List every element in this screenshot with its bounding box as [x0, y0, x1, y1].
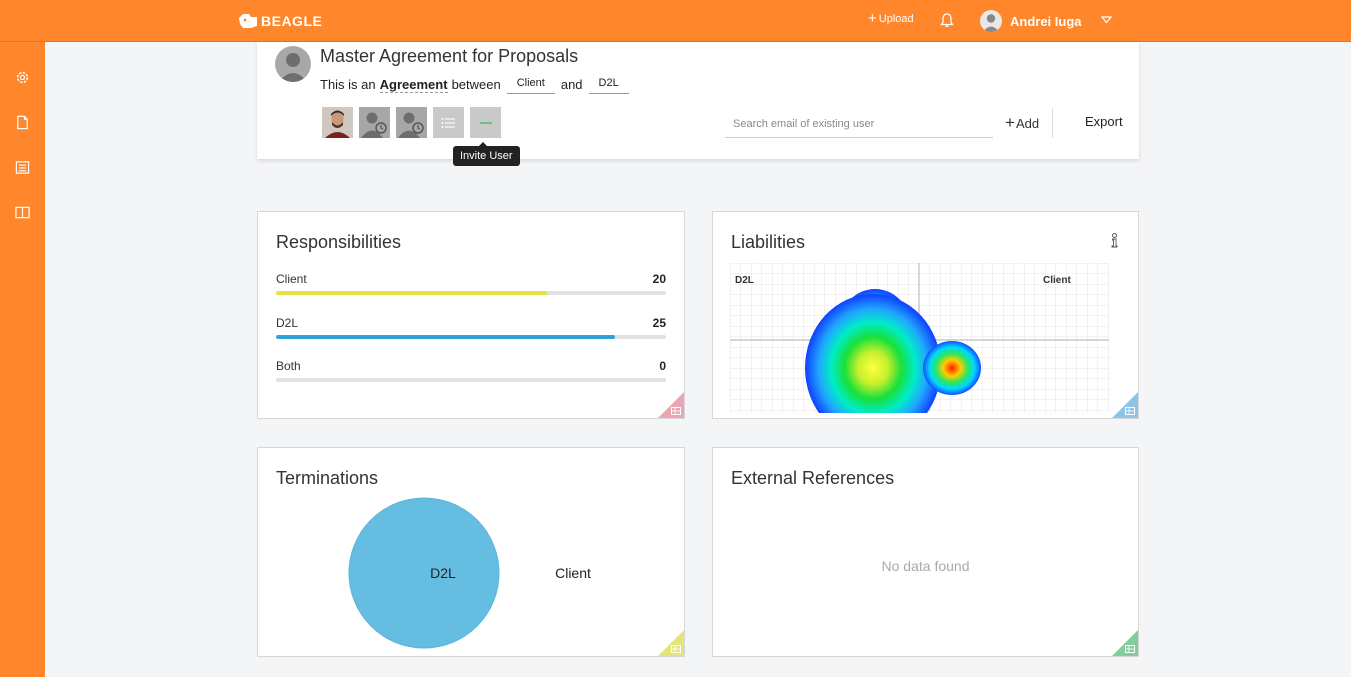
responsibility-bar — [276, 291, 666, 295]
view-list-button[interactable] — [433, 107, 464, 138]
responsibility-count: 0 — [659, 359, 666, 373]
responsibility-label: Both — [276, 359, 301, 373]
summary-and: and — [560, 77, 583, 92]
collaborator-avatar[interactable] — [322, 107, 353, 138]
document-header-card: Master Agreement for Proposals This is a… — [257, 42, 1139, 166]
responsibility-bar-fill — [276, 335, 616, 339]
upload-label: Upload — [878, 13, 914, 25]
responsibility-bar — [276, 335, 666, 339]
export-button[interactable]: Export — [1085, 114, 1123, 129]
terminations-title: Terminations — [276, 468, 379, 488]
upload-button[interactable]: + Upload — [868, 10, 914, 27]
summary-prefix: This is an — [320, 77, 376, 92]
table-icon — [671, 407, 681, 415]
responsibility-bar-fill — [276, 291, 548, 295]
table-icon — [671, 645, 681, 653]
empty-state-text: No data found — [881, 558, 970, 574]
responsibility-row[interactable]: D2L 25 — [276, 316, 666, 339]
pie-label-client: Client — [555, 565, 591, 581]
plus-icon: + — [1005, 113, 1015, 132]
table-icon — [1125, 407, 1135, 415]
bell-icon[interactable] — [940, 13, 954, 28]
owner-avatar — [275, 46, 311, 82]
responsibility-bar — [276, 378, 666, 382]
divider — [1052, 108, 1053, 138]
collaborator-avatar[interactable] — [359, 107, 390, 138]
list-icon — [441, 117, 455, 128]
beagle-logo-icon — [239, 14, 257, 28]
user-menu[interactable]: Andrei Iuga — [980, 10, 1082, 32]
invite-user-tooltip: Invite User — [453, 142, 520, 166]
external-references-panel: External References No data found — [712, 447, 1139, 657]
responsibility-row[interactable]: Both 0 — [276, 359, 666, 382]
responsibility-count: 20 — [652, 272, 666, 286]
responsibility-label: Client — [276, 272, 307, 286]
party-b[interactable]: D2L — [588, 75, 629, 94]
liability-label-right: Client — [1043, 275, 1071, 286]
liabilities-title: Liabilities — [731, 232, 806, 252]
sidebar — [0, 42, 45, 677]
terminations-pie-chart[interactable]: D2L Client — [258, 488, 686, 658]
invite-user-button[interactable] — [470, 107, 501, 138]
responsibilities-panel: Responsibilities Client 20 D2L 25 Both 0 — [257, 211, 685, 419]
responsibility-count: 25 — [652, 316, 666, 330]
pie-slice-d2l[interactable] — [348, 497, 500, 649]
terminations-panel: Terminations D2L Client — [257, 447, 685, 657]
document-summary: This is an Agreement between Client and … — [320, 75, 635, 94]
beagle-logo[interactable]: BEAGLE — [237, 11, 322, 31]
collaborator-avatar[interactable] — [396, 107, 427, 138]
add-user-button[interactable]: + Add — [1005, 113, 1039, 133]
plus-icon: + — [868, 10, 877, 27]
list-icon[interactable] — [15, 160, 30, 175]
minus-icon — [479, 121, 492, 124]
liabilities-panel: Liabilities D2L Client — [712, 211, 1139, 419]
responsibilities-title: Responsibilities — [276, 232, 402, 252]
chevron-down-icon[interactable] — [1101, 16, 1112, 24]
document-type[interactable]: Agreement — [379, 77, 448, 93]
user-avatar — [980, 10, 1002, 32]
search-user-input[interactable] — [725, 110, 993, 138]
book-icon[interactable] — [15, 205, 30, 220]
external-references-title: External References — [731, 468, 895, 488]
table-icon — [1125, 645, 1135, 653]
document-title: Master Agreement for Proposals — [320, 46, 579, 66]
pie-label-d2l: D2L — [430, 565, 456, 581]
user-name: Andrei Iuga — [1010, 13, 1082, 29]
responsibility-row[interactable]: Client 20 — [276, 272, 666, 295]
party-a[interactable]: Client — [506, 75, 555, 94]
document-icon[interactable] — [15, 115, 30, 130]
summary-between: between — [451, 77, 501, 92]
info-icon[interactable] — [1111, 233, 1118, 248]
settings-icon[interactable] — [15, 70, 30, 85]
liability-label-left: D2L — [735, 275, 754, 286]
add-label: Add — [1015, 115, 1040, 131]
top-bar: BEAGLE + Upload Andrei Iuga — [0, 0, 1351, 42]
responsibility-label: D2L — [276, 316, 299, 330]
brand-name: BEAGLE — [261, 13, 323, 29]
